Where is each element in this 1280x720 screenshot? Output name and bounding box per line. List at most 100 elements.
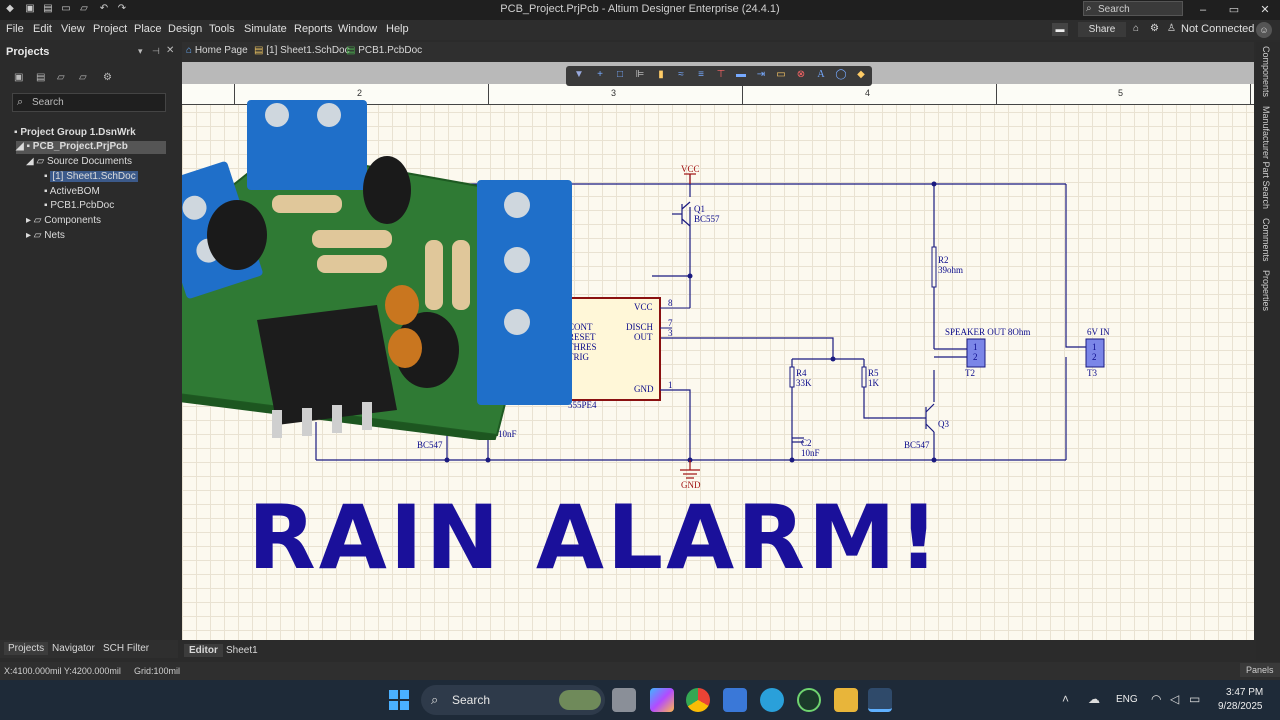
panel-open-icon[interactable]: ▱ bbox=[57, 72, 65, 83]
telegram-icon[interactable] bbox=[760, 688, 784, 712]
tree-item-activebom[interactable]: ▪ ActiveBOM bbox=[44, 186, 100, 197]
tree-item-components[interactable]: ▸ ▱ Components bbox=[26, 215, 101, 226]
chat-icon[interactable]: ▬ bbox=[1052, 23, 1068, 36]
copilot-icon[interactable] bbox=[650, 688, 674, 712]
document-tabs: ⌂ Home Page ▤ [1] Sheet1.SchDoc ▤ PCB1.P… bbox=[182, 42, 1254, 62]
panel-settings-icon[interactable]: ⚙ bbox=[103, 72, 112, 83]
home-icon: ⌂ bbox=[186, 45, 193, 56]
ic-disch-label: DISCH bbox=[626, 322, 654, 332]
panel-menu-icon[interactable]: ▾ bbox=[138, 46, 143, 57]
search-icon: ⌕ bbox=[1086, 3, 1092, 14]
tree-item-project-group[interactable]: ▪ Project Group 1.DsnWrk bbox=[14, 127, 136, 138]
global-search-input[interactable]: Search bbox=[1083, 1, 1183, 16]
panel-folder-icon[interactable]: ▱ bbox=[79, 72, 87, 83]
rail-tab-properties[interactable]: Properties bbox=[1261, 270, 1271, 311]
ic-pin-number: 3 bbox=[668, 328, 673, 338]
r2-resistor[interactable] bbox=[931, 246, 937, 288]
grid-size: Grid:100mil bbox=[134, 666, 181, 676]
pcb-3d-render-image bbox=[182, 100, 572, 440]
tab-sch-filter[interactable]: SCH Filter bbox=[103, 643, 149, 654]
menu-help[interactable]: Help bbox=[386, 23, 409, 35]
speaker-label: SPEAKER OUT 8Ohm bbox=[945, 327, 1031, 337]
r5-value: 1K bbox=[868, 378, 879, 388]
menu-project[interactable]: Project bbox=[93, 23, 127, 35]
menu-design[interactable]: Design bbox=[168, 23, 202, 35]
r4-resistor[interactable] bbox=[789, 366, 795, 388]
schematic-editor[interactable]: 2 3 4 5 ▼ + □ ⊫ ▮ ≈ ≡ ⊤ ▬ ⇥ ▭ ⊗ A ◯ ◆ VC… bbox=[182, 62, 1254, 640]
panels-button[interactable]: Panels bbox=[1240, 663, 1280, 677]
gear-icon[interactable]: ⚙ bbox=[1150, 23, 1159, 34]
r4-designator: R4 bbox=[796, 368, 807, 378]
q1-part: BC557 bbox=[694, 214, 720, 224]
r5-resistor[interactable] bbox=[861, 366, 867, 388]
user-icon: ♙ bbox=[1167, 23, 1176, 34]
upwork-icon[interactable] bbox=[797, 688, 821, 712]
q1-transistor[interactable] bbox=[672, 201, 691, 227]
menu-tools[interactable]: Tools bbox=[209, 23, 235, 35]
avatar[interactable]: ☺ bbox=[1256, 22, 1272, 38]
gnd-symbol[interactable] bbox=[680, 460, 700, 479]
menu-file[interactable]: File bbox=[6, 23, 24, 35]
file-explorer-icon[interactable] bbox=[834, 688, 858, 712]
pin-icon[interactable]: ⊣ bbox=[152, 46, 160, 57]
tab-sheet1-schdoc[interactable]: ▤ [1] Sheet1.SchDoc bbox=[254, 45, 350, 56]
rail-tab-components[interactable]: Components bbox=[1261, 46, 1271, 97]
minimize-button[interactable]: – bbox=[1188, 2, 1218, 18]
home-icon[interactable]: ⌂ bbox=[1133, 23, 1139, 34]
tree-item-project[interactable]: ◢ ▪ PCB_Project.PrjPcb bbox=[16, 141, 166, 154]
clock-date[interactable]: 9/28/2025 bbox=[1218, 701, 1263, 712]
t2-pin2: 2 bbox=[973, 352, 978, 362]
rail-tab-manufacturer-part-search[interactable]: Manufacturer Part Search bbox=[1261, 106, 1271, 209]
q3-transistor[interactable] bbox=[922, 403, 935, 433]
close-button[interactable]: ✕ bbox=[1250, 2, 1280, 18]
t3-pin2: 2 bbox=[1092, 352, 1097, 362]
task-view-icon[interactable] bbox=[612, 688, 636, 712]
tree-item-source-documents[interactable]: ◢ ▱ Source Documents bbox=[26, 156, 132, 167]
store-icon[interactable] bbox=[723, 688, 747, 712]
cursor-coordinates: X:4100.000mil Y:4200.000mil bbox=[4, 666, 121, 676]
search-highlight-image bbox=[559, 690, 601, 710]
tab-sheet1[interactable]: Sheet1 bbox=[226, 645, 258, 656]
panel-save-icon[interactable]: ▣ bbox=[14, 72, 23, 83]
rail-tab-comments[interactable]: Comments bbox=[1261, 218, 1271, 262]
start-icon[interactable] bbox=[389, 690, 409, 710]
search-icon: ⌕ bbox=[431, 692, 439, 707]
projects-search-input[interactable]: ⌕ Search bbox=[12, 93, 166, 112]
tab-home-page[interactable]: ⌂ Home Page bbox=[186, 45, 248, 56]
maximize-button[interactable]: ▭ bbox=[1219, 2, 1249, 18]
tab-editor[interactable]: Editor bbox=[184, 644, 223, 657]
t3-pin1: 1 bbox=[1092, 342, 1097, 352]
volume-icon[interactable]: ◁ bbox=[1170, 692, 1179, 706]
menu-simulate[interactable]: Simulate bbox=[244, 23, 287, 35]
cloud-icon[interactable]: ☁ bbox=[1088, 692, 1100, 706]
menu-view[interactable]: View bbox=[61, 23, 85, 35]
panel-close-icon[interactable]: ✕ bbox=[166, 45, 174, 56]
share-button[interactable]: Share bbox=[1078, 22, 1126, 37]
panel-compile-icon[interactable]: ▤ bbox=[36, 72, 45, 83]
chrome-icon[interactable] bbox=[686, 688, 710, 712]
chevron-up-icon[interactable]: ˄ bbox=[1062, 692, 1069, 706]
wifi-icon[interactable]: ◠ bbox=[1151, 692, 1161, 706]
language-indicator[interactable]: ENG bbox=[1116, 694, 1138, 705]
altium-taskbar-icon[interactable] bbox=[868, 688, 892, 712]
tab-navigator[interactable]: Navigator bbox=[52, 643, 95, 654]
menu-window[interactable]: Window bbox=[338, 23, 377, 35]
tree-item-sheet1[interactable]: ▪ [1] Sheet1.SchDoc bbox=[44, 171, 138, 182]
vcc-symbol[interactable] bbox=[684, 173, 696, 184]
taskbar-search[interactable]: ⌕ Search bbox=[421, 685, 605, 715]
tree-item-nets[interactable]: ▸ ▱ Nets bbox=[26, 230, 65, 241]
connection-status[interactable]: Not Connected bbox=[1181, 23, 1254, 35]
clock-time[interactable]: 3:47 PM bbox=[1226, 687, 1263, 698]
ic-pin-number: 1 bbox=[668, 380, 673, 390]
menu-place[interactable]: Place bbox=[134, 23, 162, 35]
tab-projects[interactable]: Projects bbox=[4, 642, 49, 655]
projects-panel-title: Projects bbox=[6, 46, 50, 58]
tab-pcb1-pcbdoc[interactable]: ▤ PCB1.PcbDoc bbox=[346, 45, 422, 56]
menu-edit[interactable]: Edit bbox=[33, 23, 52, 35]
menu-reports[interactable]: Reports bbox=[294, 23, 333, 35]
tree-item-pcb1[interactable]: ▪ PCB1.PcbDoc bbox=[44, 200, 114, 211]
input-label: 6V IN bbox=[1087, 327, 1110, 337]
battery-icon[interactable]: ▭ bbox=[1189, 692, 1200, 706]
q3-part: BC547 bbox=[904, 440, 930, 450]
q1-designator: Q1 bbox=[694, 204, 705, 214]
